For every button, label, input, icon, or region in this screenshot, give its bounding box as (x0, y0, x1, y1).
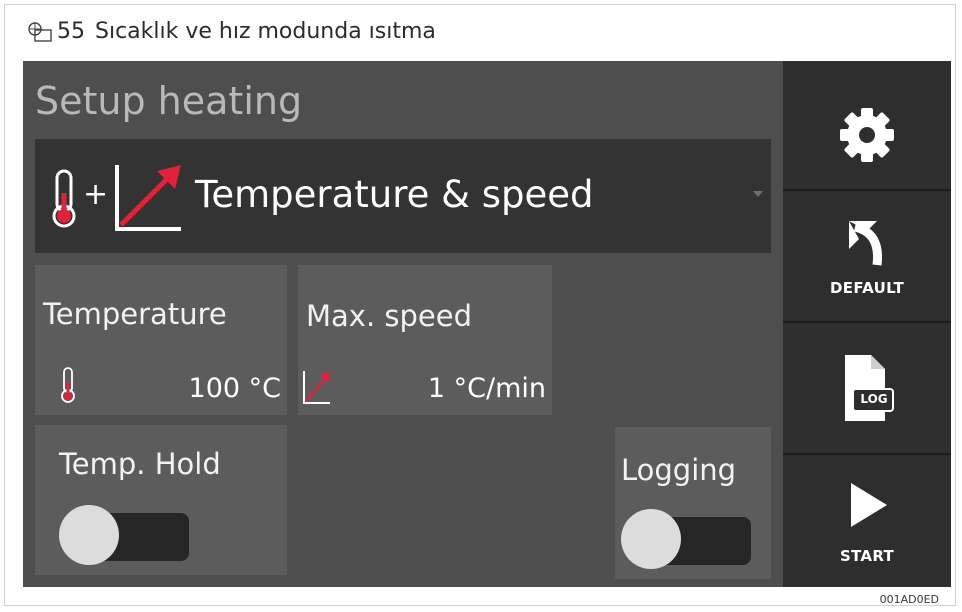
image-code: 001AD0ED (879, 593, 939, 606)
sidebar: DEFAULT LOG START (783, 61, 951, 587)
settings-button[interactable] (783, 61, 951, 191)
figure-caption: 55 Sıcaklık ve hız modunda ısıtma (27, 19, 436, 44)
log-file-icon (843, 353, 895, 427)
selected-mode-label: Temperature & speed (195, 173, 594, 216)
default-label: DEFAULT (830, 279, 904, 297)
heating-mode-dropdown[interactable]: + Temperature & speed (35, 139, 771, 253)
logging-toggle[interactable] (621, 509, 751, 569)
page-title: Setup heating (35, 79, 303, 123)
log-button[interactable]: LOG (783, 323, 951, 455)
figure-title: Sıcaklık ve hız modunda ısıtma (95, 19, 436, 44)
play-icon (849, 481, 889, 533)
figure-icon (27, 21, 53, 43)
temperature-tile[interactable]: Temperature 100 °C (35, 265, 287, 415)
temp-hold-toggle[interactable] (59, 505, 189, 565)
setup-panel: Setup heating + Temperature & speed Temp… (23, 61, 783, 587)
speed-ramp-icon (302, 369, 332, 409)
gear-icon (837, 105, 897, 169)
undo-arrow-icon (847, 219, 887, 271)
log-badge: LOG (860, 392, 888, 406)
temperature-value: 100 °C (188, 373, 281, 404)
max-speed-value: 1 °C/min (427, 373, 546, 404)
logging-tile: Logging (615, 427, 771, 579)
figure-frame: 55 Sıcaklık ve hız modunda ısıtma Setup … (4, 4, 956, 606)
start-button[interactable]: START (783, 455, 951, 587)
temp-hold-tile: Temp. Hold (35, 425, 287, 575)
thermometer-icon (47, 167, 81, 233)
device-screen: Setup heating + Temperature & speed Temp… (23, 61, 951, 587)
figure-number: 55 (57, 19, 85, 44)
default-button[interactable]: DEFAULT (783, 191, 951, 323)
temperature-label: Temperature (43, 297, 227, 331)
temp-hold-label: Temp. Hold (59, 447, 221, 481)
speed-ramp-icon (113, 161, 185, 237)
toggle-knob (59, 505, 119, 565)
max-speed-tile[interactable]: Max. speed 1 °C/min (298, 265, 552, 415)
toggle-knob (621, 509, 681, 569)
start-label: START (839, 547, 895, 565)
plus-sign: + (83, 177, 109, 212)
logging-label: Logging (621, 453, 737, 487)
thermometer-icon (59, 367, 77, 407)
max-speed-label: Max. speed (306, 299, 472, 333)
chevron-down-icon (753, 191, 763, 197)
